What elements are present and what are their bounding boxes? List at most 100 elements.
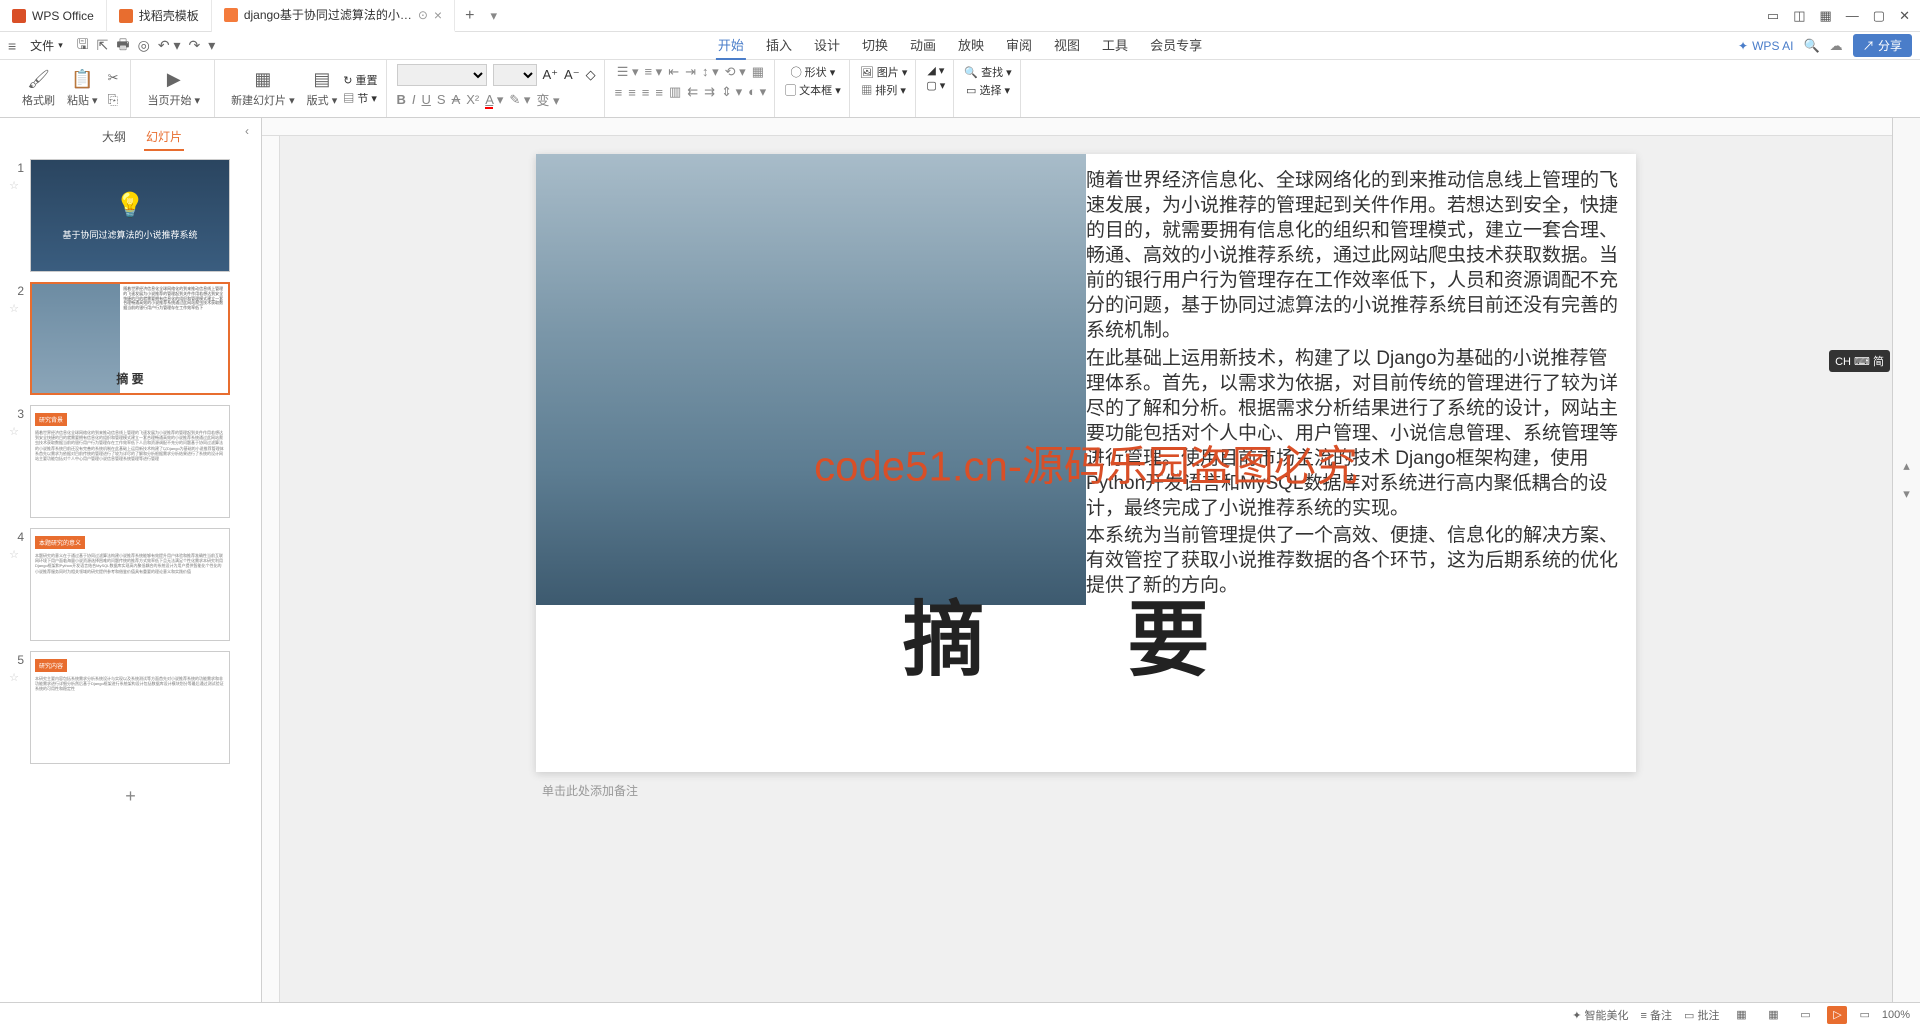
cut-icon[interactable]: ✂: [108, 70, 119, 86]
star-icon[interactable]: ☆: [9, 179, 19, 192]
increase-font-icon[interactable]: A⁺: [543, 67, 559, 83]
font-family-select[interactable]: [397, 64, 487, 86]
menu-tab-slideshow[interactable]: 放映: [956, 31, 986, 60]
more-icon[interactable]: ▾: [208, 37, 215, 54]
export-icon[interactable]: ⇱: [97, 37, 109, 54]
slide-thumbnail-4[interactable]: 本题研究的意义 本题研究的意义在于通过基于协同过滤算法构建小说推荐系统能够有效提…: [30, 528, 230, 641]
tab-template[interactable]: 找稻壳模板: [107, 0, 212, 32]
print-icon[interactable]: 🖶: [116, 34, 129, 58]
star-icon[interactable]: ☆: [9, 425, 19, 438]
spacing-icon[interactable]: ⇕ ▾: [721, 84, 742, 100]
menu-tab-animation[interactable]: 动画: [908, 31, 938, 60]
search-icon[interactable]: 🔍: [1803, 38, 1819, 54]
textbox-button[interactable]: ▢ 文本框 ▾: [785, 82, 841, 98]
menu-tab-design[interactable]: 设计: [812, 31, 842, 60]
add-slide-button[interactable]: +: [4, 774, 257, 819]
align-right-icon[interactable]: ≡: [642, 85, 650, 100]
notes-button[interactable]: ≡ 备注: [1641, 1007, 1672, 1023]
window-restore-icon[interactable]: ▭: [1767, 8, 1779, 24]
minimize-icon[interactable]: —: [1846, 8, 1859, 23]
panel-tab-slides[interactable]: 幻灯片: [144, 124, 184, 151]
share-button[interactable]: ↗ 分享: [1853, 34, 1912, 57]
decrease-indent-icon[interactable]: ⇤: [668, 64, 679, 80]
text-direction-icon[interactable]: ⟲ ▾: [725, 64, 746, 80]
columns-icon[interactable]: ▥: [669, 84, 681, 100]
underline-icon[interactable]: U: [422, 92, 431, 107]
outline-color-button[interactable]: ▢ ▾: [926, 79, 945, 92]
cloud-icon[interactable]: ☁: [1830, 38, 1843, 54]
view-reading-icon[interactable]: ▭: [1795, 1006, 1815, 1024]
decrease-font-icon[interactable]: A⁻: [564, 67, 580, 83]
tab-menu-icon[interactable]: ⊙: [418, 8, 428, 22]
format-brush-button[interactable]: 🖌 格式刷: [16, 67, 61, 110]
align-center-icon[interactable]: ≡: [628, 85, 636, 100]
new-slide-button[interactable]: ▦ 新建幻灯片 ▾: [225, 67, 301, 110]
sidebar-down-icon[interactable]: ▾: [1903, 486, 1910, 502]
shadow-icon[interactable]: S: [437, 92, 446, 107]
add-tab-button[interactable]: +: [455, 7, 484, 25]
fill-color-button[interactable]: ◢ ▾: [927, 64, 944, 77]
menu-hamburger-icon[interactable]: ≡: [8, 38, 16, 54]
layout-button[interactable]: ▤ 版式 ▾: [301, 67, 344, 110]
align-justify-icon[interactable]: ≡: [655, 85, 663, 100]
maximize-icon[interactable]: ▢: [1873, 8, 1885, 24]
reset-button[interactable]: ↻ 重置: [343, 72, 377, 88]
panel-tab-outline[interactable]: 大纲: [100, 124, 128, 151]
menu-tab-member[interactable]: 会员专享: [1148, 31, 1204, 60]
font-size-select[interactable]: [493, 64, 537, 86]
clear-format-icon[interactable]: ◇: [586, 67, 596, 83]
convert-icon[interactable]: ◐ ▾: [748, 84, 766, 100]
save-icon[interactable]: 🖫: [77, 34, 89, 58]
star-icon[interactable]: ☆: [9, 548, 19, 561]
view-normal-icon[interactable]: ▦: [1731, 1006, 1751, 1024]
slide-thumbnail-1[interactable]: 💡 基于协同过滤算法的小说推荐系统: [30, 159, 230, 272]
tab-dropdown-icon[interactable]: ▾: [484, 8, 503, 24]
star-icon[interactable]: ☆: [9, 302, 19, 315]
select-button[interactable]: ▭ 选择 ▾: [966, 82, 1010, 98]
paste-button[interactable]: 📋 粘贴 ▾: [61, 67, 104, 110]
start-from-button[interactable]: ▶ 当页开始 ▾: [141, 67, 206, 110]
preview-icon[interactable]: ◎: [138, 37, 150, 54]
section-button[interactable]: ▤ 节 ▾: [343, 90, 377, 106]
close-icon[interactable]: ×: [434, 7, 442, 23]
bold-icon[interactable]: B: [397, 92, 406, 107]
numbering-icon[interactable]: ≡ ▾: [644, 64, 662, 80]
menu-tab-tools[interactable]: 工具: [1100, 31, 1130, 60]
strikethrough-icon[interactable]: A: [452, 92, 461, 107]
sidebar-up-icon[interactable]: ▴: [1903, 458, 1910, 474]
close-window-icon[interactable]: ✕: [1899, 8, 1910, 24]
menu-tab-insert[interactable]: 插入: [764, 31, 794, 60]
slide-thumbnail-3[interactable]: 研究背景 随着世界经济信息化全球网络化的到来推动信息线上管理的飞速发展为小说推荐…: [30, 405, 230, 518]
tab-document[interactable]: django基于协同过滤算法的小… ⊙ ×: [212, 0, 455, 32]
shape-button[interactable]: ◯ 形状 ▾: [791, 64, 836, 80]
text-effects-icon[interactable]: 变 ▾: [536, 90, 559, 109]
slide-canvas[interactable]: 随着世界经济信息化、全球网络化的到来推动信息线上管理的飞速发展，为小说推荐的管理…: [536, 154, 1636, 772]
menu-tab-transition[interactable]: 切换: [860, 31, 890, 60]
align-left-icon[interactable]: ≡: [615, 85, 623, 100]
menu-tab-view[interactable]: 视图: [1052, 31, 1082, 60]
ime-badge[interactable]: CH ⌨ 简: [1829, 350, 1890, 372]
copy-icon[interactable]: ⎘: [108, 92, 119, 108]
increase-indent-icon[interactable]: ⇥: [685, 64, 696, 80]
line-spacing-icon[interactable]: ↕ ▾: [702, 64, 719, 80]
slide-thumbnail-5[interactable]: 研究内容 本研究主要内容包括系统需求分析系统设计与实现以及系统测试等方面首先对小…: [30, 651, 230, 764]
picture-button[interactable]: 🖼 图片 ▾: [860, 64, 908, 80]
italic-icon[interactable]: I: [412, 92, 416, 107]
indent-right-icon[interactable]: ⇉: [704, 84, 715, 100]
menu-tab-start[interactable]: 开始: [716, 31, 746, 60]
align-text-icon[interactable]: ▦: [752, 64, 764, 80]
file-menu[interactable]: 文件 ▾: [24, 34, 69, 57]
zoom-level[interactable]: 100%: [1882, 1009, 1910, 1021]
bullets-icon[interactable]: ☰ ▾: [617, 64, 639, 80]
slide-body-text[interactable]: 随着世界经济信息化、全球网络化的到来推动信息线上管理的飞速发展，为小说推荐的管理…: [1086, 168, 1618, 600]
zoom-out-icon[interactable]: ▭: [1859, 1008, 1869, 1021]
superscript-icon[interactable]: X²: [466, 92, 479, 107]
app-icon[interactable]: ▦: [1820, 8, 1832, 24]
collapse-icon[interactable]: ‹: [245, 124, 249, 138]
view-slideshow-icon[interactable]: ▷: [1827, 1006, 1847, 1024]
tab-wps-office[interactable]: WPS Office: [0, 0, 107, 32]
font-color-icon[interactable]: A ▾: [485, 92, 503, 108]
cube-icon[interactable]: ◫: [1793, 8, 1805, 24]
indent-left-icon[interactable]: ⇇: [687, 84, 698, 100]
star-icon[interactable]: ☆: [9, 671, 19, 684]
